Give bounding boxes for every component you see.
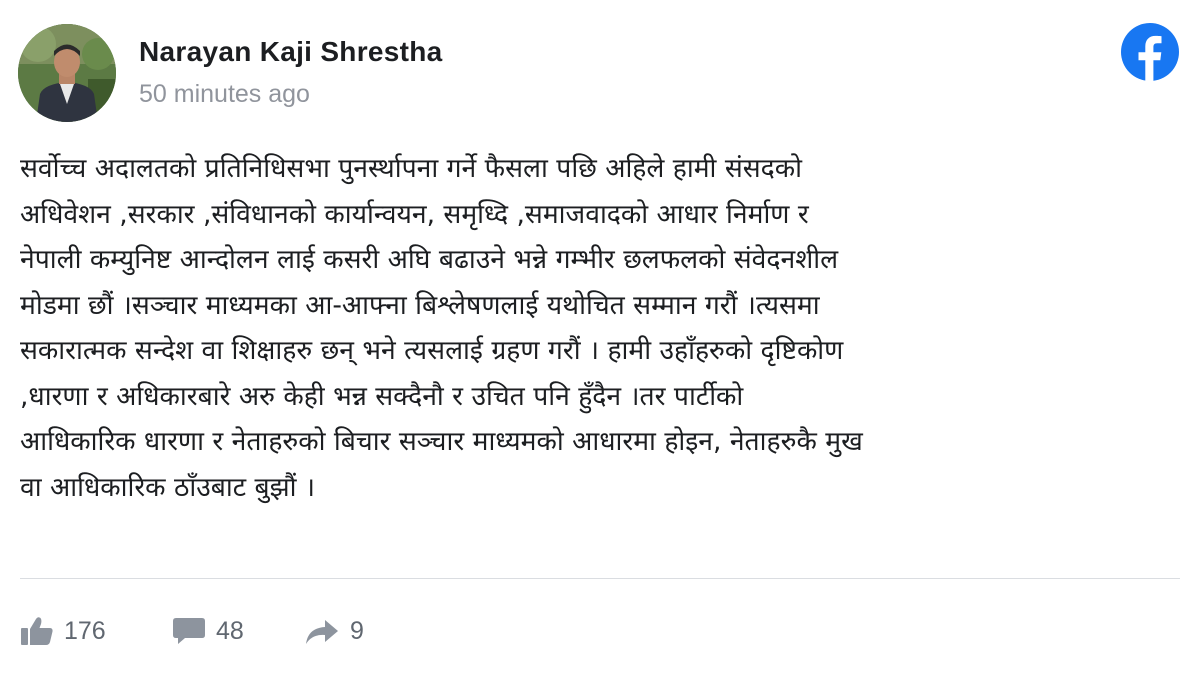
comments-stat[interactable]: 48 bbox=[172, 610, 244, 652]
divider bbox=[20, 578, 1180, 579]
facebook-logo-icon bbox=[1121, 23, 1179, 81]
shares-stat[interactable]: 9 bbox=[304, 610, 364, 652]
thumbs-up-icon bbox=[21, 617, 53, 645]
post-text-line: नेपाली कम्युनिष्ट आन्दोलन लाई कसरी अघि ब… bbox=[20, 244, 839, 275]
avatar[interactable] bbox=[18, 24, 116, 122]
post-stats: 176 48 9 bbox=[20, 610, 1180, 652]
avatar-photo bbox=[18, 24, 116, 122]
share-arrow-icon bbox=[306, 620, 338, 644]
post-text-line: सर्वोच्च अदालतको प्रतिनिधिसभा पुनर्स्थाप… bbox=[20, 153, 802, 184]
likes-stat[interactable]: 176 bbox=[20, 610, 106, 652]
post-text-line: अधिवेशन ,सरकार ,संविधानको कार्यान्वयन, स… bbox=[20, 198, 809, 230]
post-text-line: ,धारणा र अधिकारबारे अरु केही भन्न सक्दैन… bbox=[20, 380, 744, 412]
post-text-line: सकारात्मक सन्देश वा शिक्षाहरु छन् भने त्… bbox=[20, 335, 844, 366]
post-text-line: वा आधिकारिक ठाँउबाट बुझौं । bbox=[20, 471, 316, 503]
post-text-line: आधिकारिक धारणा र नेताहरुको बिचार सञ्चार … bbox=[20, 426, 863, 457]
shares-count: 9 bbox=[350, 616, 364, 645]
post-timestamp[interactable]: 50 minutes ago bbox=[139, 80, 310, 109]
comments-count: 48 bbox=[216, 616, 244, 645]
likes-count: 176 bbox=[64, 616, 106, 645]
post-text-line: मोडमा छौं ।सञ्चार माध्यमका आ-आफ्ना बिश्ल… bbox=[20, 289, 820, 321]
post-text: सर्वोच्च अदालतको प्रतिनिधिसभा पुनर्स्थाप… bbox=[20, 146, 1180, 510]
post-header: Narayan Kaji Shrestha 50 minutes ago bbox=[18, 22, 1182, 126]
comment-bubble-icon bbox=[173, 618, 205, 644]
author-name[interactable]: Narayan Kaji Shrestha bbox=[139, 36, 443, 68]
